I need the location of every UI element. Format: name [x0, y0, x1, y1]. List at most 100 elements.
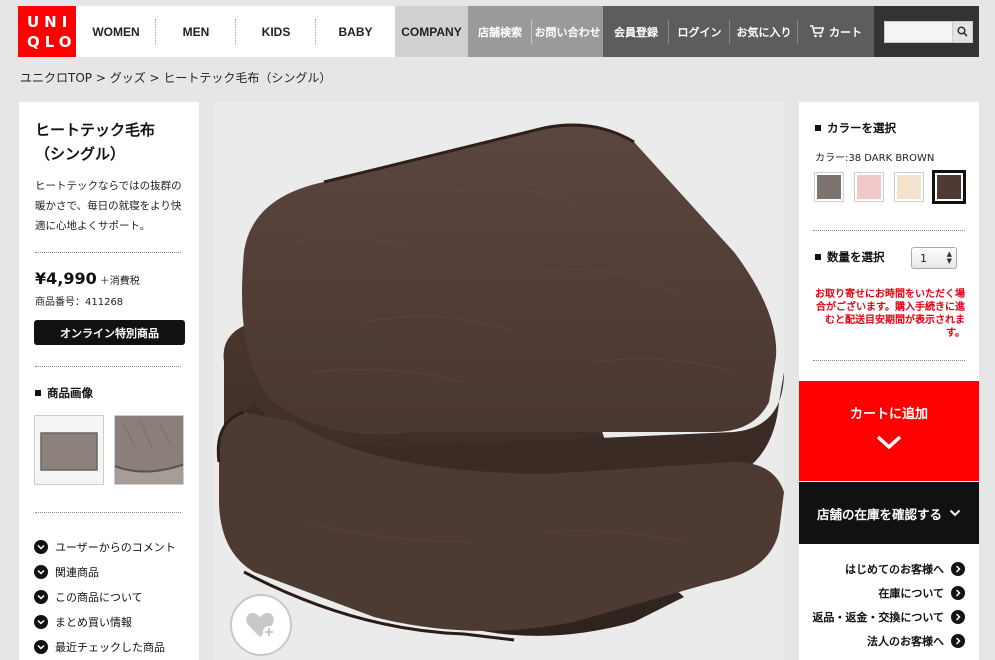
swatch-fill: [897, 175, 921, 199]
nav-cart[interactable]: カート: [798, 6, 874, 57]
link-related-products[interactable]: 関連商品: [34, 559, 176, 584]
divider: [813, 360, 965, 361]
chevron-right-icon: [951, 562, 965, 576]
quantity-select[interactable]: 1 ▲ ▼: [911, 247, 957, 269]
chevron-down-icon: [34, 589, 48, 604]
product-price: ¥4,990: [35, 269, 97, 288]
heart-plus-icon: [245, 610, 277, 640]
color-swatch-gray[interactable]: [814, 172, 844, 202]
info-links: はじめてのお客様へ 在庫について 返品・返金・交換について 法人のお客様へ: [812, 557, 965, 653]
divider: [35, 252, 181, 253]
account-nav: 会員登録 ログイン お気に入り カート: [603, 6, 874, 57]
purchase-panel: カラーを選択 カラー:38 DARK BROWN 数量を選択 1 ▲ ▼ お取り寄…: [799, 102, 979, 660]
main-nav: WOMEN MEN KIDS BABY COMPANY: [76, 6, 468, 57]
quantity-heading-label: 数量を選択: [827, 250, 885, 264]
square-bullet-icon: [35, 390, 41, 396]
link-user-comments[interactable]: ユーザーからのコメント: [34, 534, 176, 559]
images-heading-label: 商品画像: [47, 386, 93, 400]
check-store-stock-button[interactable]: 店舗の在庫を確認する: [799, 482, 979, 544]
link-stock-info[interactable]: 在庫について: [812, 581, 965, 605]
nav-login[interactable]: ログイン: [669, 6, 730, 57]
nav-kids[interactable]: KIDS: [236, 6, 316, 57]
product-title-line-2: （シングル）: [35, 145, 126, 163]
square-bullet-icon: [815, 254, 821, 260]
color-heading: カラーを選択: [815, 120, 896, 136]
link-corporate[interactable]: 法人のお客様へ: [812, 629, 965, 653]
logo-line-1: UNI: [27, 12, 73, 31]
product-number: 商品番号：411268: [35, 297, 124, 308]
uniqlo-logo[interactable]: UNI QLO: [18, 6, 76, 57]
link-label: はじめてのお客様へ: [845, 563, 944, 576]
side-links: ユーザーからのコメント 関連商品 この商品について まとめ買い情報 最近チェック…: [34, 534, 176, 659]
link-label: 最近チェックした商品: [55, 640, 165, 654]
link-recently-viewed[interactable]: 最近チェックした商品: [34, 634, 176, 659]
price-row: ¥4,990 ＋消費税: [35, 269, 140, 288]
store-nav: 店舗検索 お問い合わせ: [468, 6, 603, 57]
link-label: この商品について: [55, 590, 143, 604]
delivery-notice: お取り寄せにお時間をいただく場合がございます。購入手続きに進むと配送目安期間が表…: [815, 289, 965, 339]
thumbnail-1[interactable]: [34, 415, 104, 485]
color-swatch-beige[interactable]: [894, 172, 924, 202]
nav-register[interactable]: 会員登録: [603, 6, 669, 57]
check-store-stock-label: 店舗の在庫を確認する: [816, 506, 942, 522]
link-first-time[interactable]: はじめてのお客様へ: [812, 557, 965, 581]
link-label: ユーザーからのコメント: [55, 540, 176, 554]
swatch-fill: [817, 175, 841, 199]
nav-contact[interactable]: お問い合わせ: [532, 6, 603, 57]
product-description: ヒートテックならではの抜群の暖かさで、毎日の就寝をより快適に心地よくサポート。: [35, 180, 182, 232]
quantity-value: 1: [920, 251, 927, 265]
selected-color-label: カラー:38 DARK BROWN: [815, 153, 935, 164]
chevron-right-icon: [951, 634, 965, 648]
chevron-right-icon: [951, 610, 965, 624]
nav-store-search[interactable]: 店舗検索: [468, 6, 532, 57]
search-icon: [957, 26, 968, 37]
breadcrumb[interactable]: ユニクロTOP > グッズ > ヒートテック毛布（シングル）: [20, 69, 331, 86]
nav-baby[interactable]: BABY: [316, 6, 395, 57]
link-bulk-buy[interactable]: まとめ買い情報: [34, 609, 176, 634]
chevron-down-icon: [949, 509, 961, 517]
quantity-heading: 数量を選択: [815, 249, 885, 265]
nav-cart-label: カート: [829, 25, 862, 39]
search-input[interactable]: [884, 20, 953, 43]
link-label: 関連商品: [55, 565, 99, 579]
square-bullet-icon: [815, 125, 821, 131]
up-down-arrows-icon: ▲ ▼: [946, 250, 952, 265]
divider: [35, 366, 181, 367]
thumbnail-fabric-detail: [115, 416, 183, 484]
divider: [35, 512, 181, 513]
add-to-cart-label: カートに追加: [849, 407, 928, 422]
product-main-image[interactable]: [214, 102, 784, 660]
chevron-down-icon: [875, 434, 903, 450]
chevron-down-icon: [34, 539, 48, 554]
tax-label: ＋消費税: [99, 276, 140, 287]
product-title-line-1: ヒートテック毛布: [35, 121, 156, 139]
divider: [813, 230, 965, 231]
product-title: ヒートテック毛布 （シングル）: [35, 118, 187, 166]
link-label: 法人のお客様へ: [867, 635, 944, 648]
chevron-down-icon: [34, 614, 48, 629]
chevron-down-icon: [34, 564, 48, 579]
color-heading-label: カラーを選択: [827, 121, 896, 135]
search-button[interactable]: [953, 20, 973, 43]
color-swatch-pink[interactable]: [854, 172, 884, 202]
nav-men[interactable]: MEN: [156, 6, 236, 57]
nav-company[interactable]: COMPANY: [395, 6, 468, 57]
online-exclusive-badge: オンライン特別商品: [34, 320, 185, 345]
swatch-fill: [937, 175, 961, 199]
color-swatch-dark-brown[interactable]: [932, 170, 966, 204]
link-about-product[interactable]: この商品について: [34, 584, 176, 609]
logo-line-2: QLO: [27, 32, 77, 51]
add-to-favorites-button[interactable]: [230, 594, 292, 656]
chevron-right-icon: [951, 586, 965, 600]
nav-women[interactable]: WOMEN: [76, 6, 156, 57]
chevron-down-icon: [34, 639, 48, 654]
thumbnail-folded-blanket: [35, 416, 103, 484]
search-area: [874, 6, 979, 57]
link-label: まとめ買い情報: [55, 615, 132, 629]
link-returns[interactable]: 返品・返金・交換について: [812, 605, 965, 629]
thumbnail-2[interactable]: [114, 415, 184, 485]
nav-favorites[interactable]: お気に入り: [730, 6, 798, 57]
link-label: 返品・返金・交換について: [812, 611, 944, 624]
product-image-area: [214, 102, 784, 660]
add-to-cart-button[interactable]: カートに追加: [799, 381, 979, 481]
